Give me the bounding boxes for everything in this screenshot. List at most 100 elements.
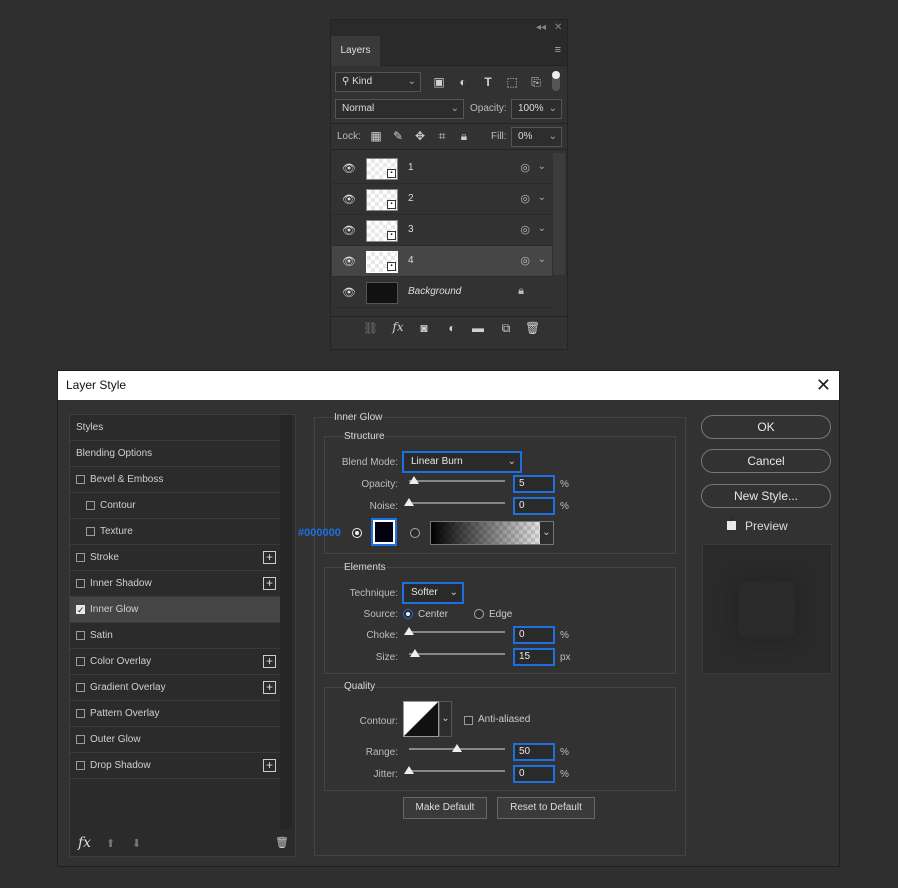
chevron-down-icon[interactable]: ⌄: [538, 161, 546, 172]
smart-object-filter-icon[interactable]: ⎘: [529, 75, 543, 89]
lock-all-icon[interactable]: 🔒︎: [457, 129, 471, 143]
lock-artboard-icon[interactable]: ⌗: [435, 129, 449, 143]
lock-position-icon[interactable]: ✥: [413, 129, 427, 143]
blending-options-item[interactable]: Blending Options: [70, 441, 280, 467]
reset-to-default-button[interactable]: Reset to Default: [497, 797, 595, 819]
ok-button[interactable]: OK: [701, 415, 831, 439]
inner-shadow-item[interactable]: Inner Shadow +: [70, 571, 280, 597]
styles-item[interactable]: Styles: [70, 415, 280, 441]
layer-row-1[interactable]: 👁︎ ▪ 1 ◎ ⌄: [332, 153, 552, 184]
adjustment-layer-icon[interactable]: ◐: [445, 321, 459, 335]
pattern-overlay-item[interactable]: Pattern Overlay: [70, 701, 280, 727]
outer-glow-checkbox[interactable]: [76, 735, 85, 744]
fill-field[interactable]: 0% ⌄: [511, 127, 562, 147]
stroke-checkbox[interactable]: [76, 553, 85, 562]
new-style-button[interactable]: New Style...: [701, 484, 831, 508]
collapse-icon[interactable]: ◂◂: [536, 22, 546, 33]
kind-filter-select[interactable]: ⚲ Kind ⌄: [335, 72, 421, 92]
gradient-preview[interactable]: ⌄: [430, 521, 554, 545]
tab-layers[interactable]: Layers: [331, 36, 380, 66]
link-layers-icon[interactable]: ⛓︎: [363, 321, 378, 335]
add-inner-shadow-icon[interactable]: +: [263, 577, 276, 590]
add-color-overlay-icon[interactable]: +: [263, 655, 276, 668]
chevron-down-icon[interactable]: ⌄: [538, 223, 546, 234]
size-slider-knob[interactable]: [409, 649, 420, 657]
bevel-emboss-item[interactable]: Bevel & Emboss: [70, 467, 280, 493]
cancel-button[interactable]: Cancel: [701, 449, 831, 473]
adjustment-filter-icon[interactable]: ◐: [456, 75, 470, 89]
contour-checkbox[interactable]: [86, 501, 95, 510]
range-slider[interactable]: [409, 744, 505, 752]
contour-item[interactable]: Contour: [70, 493, 280, 519]
texture-item[interactable]: Texture: [70, 519, 280, 545]
opacity-slider[interactable]: [408, 476, 505, 484]
new-group-icon[interactable]: ▬: [471, 321, 485, 335]
range-slider-knob[interactable]: [452, 744, 462, 752]
color-overlay-checkbox[interactable]: [76, 657, 85, 666]
lock-transparent-icon[interactable]: ▦: [369, 129, 383, 143]
layer-effects-icon[interactable]: ◎: [520, 223, 530, 236]
jitter-field[interactable]: 0: [513, 765, 555, 783]
gradient-radio[interactable]: [410, 528, 420, 538]
visibility-eye-icon[interactable]: 👁︎: [342, 255, 356, 268]
inner-glow-item[interactable]: Inner Glow: [70, 597, 280, 623]
visibility-eye-icon[interactable]: 👁︎: [342, 224, 356, 237]
choke-field[interactable]: 0: [513, 626, 555, 644]
layer-row-2[interactable]: 👁︎ ▪ 2 ◎ ⌄: [332, 184, 552, 215]
preview-checkbox[interactable]: [727, 514, 736, 530]
delete-layer-icon[interactable]: 🗑︎: [525, 321, 540, 335]
stroke-item[interactable]: Stroke +: [70, 545, 280, 571]
jitter-slider[interactable]: [404, 766, 505, 774]
add-drop-shadow-icon[interactable]: +: [263, 759, 276, 772]
chevron-down-icon[interactable]: ⌄: [538, 192, 546, 203]
solid-color-radio[interactable]: [352, 528, 362, 538]
source-edge-radio[interactable]: [474, 609, 484, 619]
layer-effects-icon[interactable]: ◎: [520, 161, 530, 174]
visibility-eye-icon[interactable]: 👁︎: [342, 193, 356, 206]
contour-preview[interactable]: [403, 701, 439, 737]
add-mask-icon[interactable]: ◙: [417, 321, 431, 335]
jitter-slider-knob[interactable]: [404, 766, 414, 774]
layer-effects-icon[interactable]: ◎: [520, 192, 530, 205]
chevron-down-icon[interactable]: ⌄: [540, 522, 553, 544]
type-filter-icon[interactable]: T: [481, 75, 495, 89]
close-icon[interactable]: ✕: [554, 22, 562, 33]
pattern-overlay-checkbox[interactable]: [76, 709, 85, 718]
range-field[interactable]: 50: [513, 743, 555, 761]
blend-mode-select[interactable]: Normal ⌄: [335, 99, 464, 119]
move-down-icon[interactable]: ⬇︎: [132, 837, 141, 850]
drop-shadow-item[interactable]: Drop Shadow +: [70, 753, 280, 779]
layer-row-4[interactable]: 👁︎ ▪ 4 ◎ ⌄: [332, 246, 552, 277]
layer-row-background[interactable]: 👁︎ Background 🔒︎: [332, 277, 552, 308]
glow-color-swatch[interactable]: [371, 518, 397, 546]
drop-shadow-checkbox[interactable]: [76, 761, 85, 770]
texture-checkbox[interactable]: [86, 527, 95, 536]
blend-mode-select[interactable]: Linear Burn ⌄: [402, 451, 522, 473]
visibility-eye-icon[interactable]: 👁︎: [342, 286, 356, 299]
noise-field[interactable]: 0: [513, 497, 555, 515]
anti-aliased-checkbox[interactable]: [464, 716, 473, 725]
size-field[interactable]: 15: [513, 648, 555, 666]
size-slider[interactable]: [409, 649, 505, 657]
source-center-radio[interactable]: [403, 609, 413, 619]
outer-glow-item[interactable]: Outer Glow: [70, 727, 280, 753]
choke-slider[interactable]: [404, 627, 505, 635]
noise-slider-knob[interactable]: [404, 498, 414, 506]
move-up-icon[interactable]: ⬆︎: [106, 837, 115, 850]
add-gradient-overlay-icon[interactable]: +: [263, 681, 276, 694]
panel-menu-icon[interactable]: ≡: [555, 44, 561, 56]
fx-icon[interactable]: fx: [391, 320, 405, 334]
gradient-overlay-item[interactable]: Gradient Overlay +: [70, 675, 280, 701]
color-overlay-item[interactable]: Color Overlay +: [70, 649, 280, 675]
new-layer-icon[interactable]: ⧉: [499, 321, 513, 335]
gradient-overlay-checkbox[interactable]: [76, 683, 85, 692]
delete-effect-icon[interactable]: 🗑︎: [275, 836, 289, 849]
close-icon[interactable]: ✕: [816, 371, 831, 400]
image-filter-icon[interactable]: ▣: [432, 75, 446, 89]
opacity-field[interactable]: 5: [513, 475, 555, 493]
inner-glow-checkbox[interactable]: [76, 598, 85, 623]
visibility-eye-icon[interactable]: 👁︎: [342, 162, 356, 175]
technique-select[interactable]: Softer ⌄: [402, 582, 464, 604]
chevron-down-icon[interactable]: ⌄: [439, 701, 452, 737]
chevron-down-icon[interactable]: ⌄: [538, 254, 546, 265]
